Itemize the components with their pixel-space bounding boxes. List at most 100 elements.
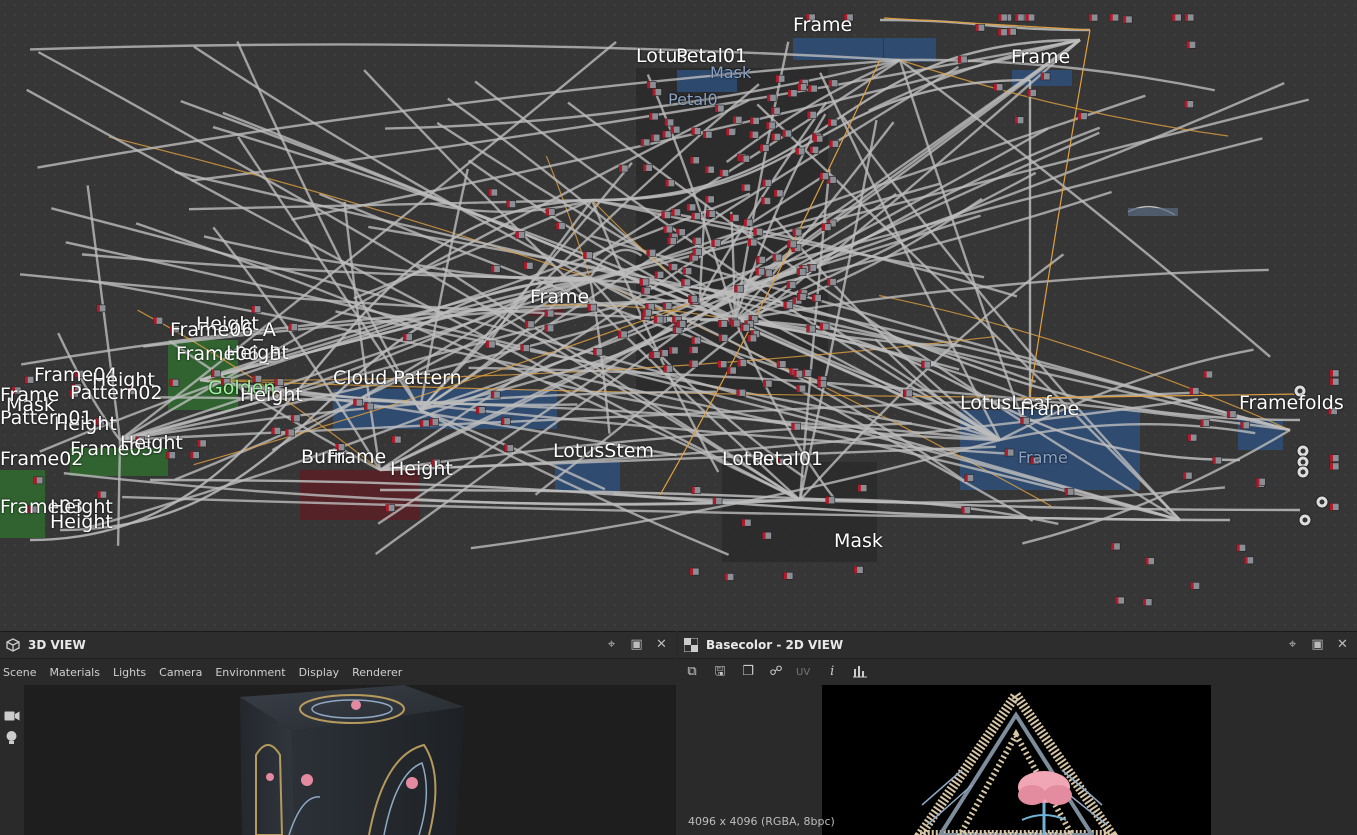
frame-label[interactable]: Height [226, 342, 289, 364]
frame-label[interactable]: Height [390, 458, 453, 480]
graph-node-port [403, 333, 407, 341]
frame-label[interactable]: Petal01 [752, 448, 823, 470]
graph-node-port [524, 262, 528, 270]
frame-label[interactable]: Frame [327, 446, 386, 468]
graph-node-port [689, 254, 693, 262]
light-bulb-icon[interactable] [5, 730, 18, 750]
graph-node-port [583, 251, 587, 259]
graph-node-port [520, 344, 524, 352]
frame-label[interactable]: Frame [1020, 398, 1079, 420]
share-icon[interactable]: ☍ [768, 664, 784, 680]
graph-node-port [670, 126, 674, 134]
graph-node-port [703, 131, 707, 139]
graph-node-port [668, 263, 672, 271]
graph-node-port [1123, 16, 1127, 24]
graph-node-port [420, 419, 424, 427]
output-node-icon-core [1302, 517, 1308, 523]
menu-materials[interactable]: Materials [50, 666, 100, 679]
save-icon[interactable]: 🖫 [712, 664, 728, 680]
graph-node-port [643, 164, 647, 172]
pin-icon[interactable]: ⌖ [605, 638, 618, 651]
frame-label[interactable]: Petal0 [668, 90, 718, 109]
graph-node-port [734, 285, 738, 293]
menu-environment[interactable]: Environment [215, 666, 285, 679]
frame-label[interactable]: Pattern02 [70, 382, 163, 404]
graph-node-port [211, 369, 215, 377]
frame-label[interactable]: Cloud Pattern [333, 367, 462, 389]
frame-label[interactable]: Frame [793, 14, 852, 36]
graph-node-port [772, 254, 776, 262]
graph-node-port [24, 376, 28, 384]
graph-node-port [718, 334, 722, 342]
menu-display[interactable]: Display [299, 666, 340, 679]
frame-label[interactable]: LotusStem [553, 440, 654, 462]
menu-scene[interactable]: Scene [3, 666, 37, 679]
frame-label[interactable]: Framefolds [1239, 392, 1344, 414]
graph-node-port [664, 118, 668, 126]
graph-node-port [1015, 14, 1019, 21]
graph-node-port [829, 140, 833, 148]
graph-node-port [793, 370, 797, 378]
graph-node-port [1330, 503, 1333, 511]
3d-viewport[interactable] [24, 685, 676, 835]
graph-node-port [691, 486, 695, 494]
maximize-icon[interactable]: ▣ [630, 638, 643, 651]
graph-node-port [1078, 112, 1082, 120]
graph-node-port [787, 240, 791, 248]
3d-view-title: 3D VIEW [28, 638, 86, 652]
graph-node-port [285, 429, 289, 437]
graph-node-port [691, 337, 695, 345]
graph-node-port [733, 116, 737, 124]
2d-view-header: Basecolor - 2D VIEW ⌖ ▣ ✕ [678, 632, 1357, 659]
graph-node-port [689, 360, 693, 368]
graph-node-port [544, 310, 548, 318]
frame-label[interactable]: Height [240, 384, 303, 406]
basecolor-texture [913, 686, 1119, 835]
graph-node-port [619, 165, 623, 173]
histogram-icon[interactable] [852, 664, 868, 680]
output-node-icon-core [1300, 448, 1306, 454]
graph-node-port [663, 225, 667, 233]
menu-camera[interactable]: Camera [159, 666, 202, 679]
graph-node-port [777, 360, 781, 368]
texture-preview [822, 685, 1211, 835]
maximize-icon[interactable]: ▣ [1311, 638, 1324, 651]
graph-node-port [669, 346, 673, 354]
2d-viewport[interactable]: 4096 x 4096 (RGBA, 8bpc) [678, 685, 1357, 835]
graph-node-port [817, 380, 821, 388]
graph-node-port [649, 112, 653, 120]
node-graph-canvas[interactable]: Frame Frame Lotus Petal01 Mask Petal0 Frame Clo… [0, 0, 1357, 631]
camera-icon[interactable] [4, 707, 20, 726]
frame-label[interactable]: Frame [0, 384, 59, 406]
close-icon[interactable]: ✕ [655, 638, 668, 651]
graph-node-port [618, 330, 622, 338]
graph-node-port [515, 231, 519, 239]
frame-label[interactable]: Frame02 [0, 448, 83, 470]
frame-label[interactable]: Height [120, 432, 183, 454]
frame-label[interactable]: Height [50, 496, 113, 518]
menu-renderer[interactable]: Renderer [352, 666, 402, 679]
graph-node-port [662, 302, 666, 310]
frame-label[interactable]: Frame [530, 286, 589, 308]
close-icon[interactable]: ✕ [1336, 638, 1349, 651]
graph-node-port [646, 249, 650, 257]
graph-node-port [789, 368, 793, 376]
frame-label[interactable]: Frame [1018, 448, 1068, 467]
uv-dropdown[interactable]: UV [796, 667, 810, 678]
copy-icon[interactable]: ❐ [740, 664, 756, 680]
graph-node-port [975, 24, 979, 32]
graph-node-port [756, 256, 760, 264]
info-icon[interactable]: i [824, 664, 840, 680]
frame-label[interactable]: Mask [834, 530, 883, 552]
graph-node-port [96, 304, 100, 312]
menu-lights[interactable]: Lights [113, 666, 146, 679]
frame-label[interactable]: Frame06_A [170, 319, 276, 341]
graph-node-port [998, 14, 1002, 21]
graph-node-port [288, 323, 292, 331]
frame-label[interactable]: Mask [710, 63, 751, 82]
view-options-icon[interactable]: ⧉ [684, 664, 700, 680]
pin-icon[interactable]: ⌖ [1286, 638, 1299, 651]
graph-node-port [1330, 462, 1333, 470]
frame-label[interactable]: Frame [1011, 46, 1070, 68]
graph-node-port [753, 228, 757, 236]
